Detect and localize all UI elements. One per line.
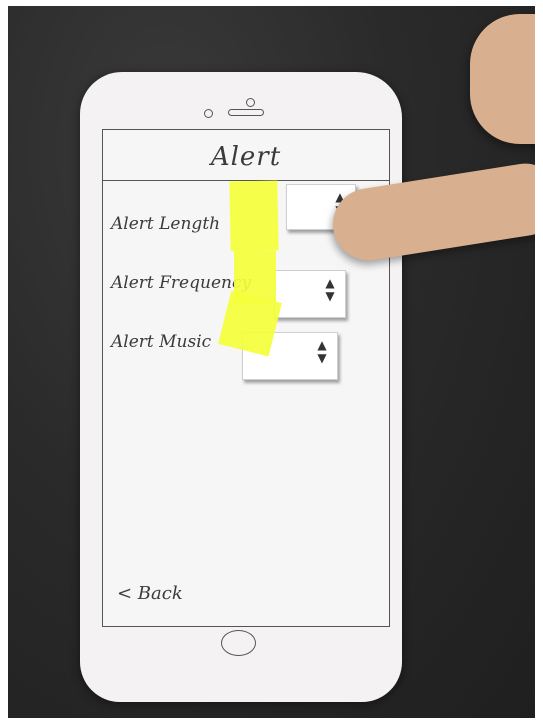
sticky-note bbox=[229, 180, 279, 252]
down-arrow-icon[interactable]: ▼ bbox=[315, 352, 329, 365]
alert-music-label: Alert Music bbox=[111, 332, 212, 352]
photo-background: Alert Alert Length Alert Frequency Alert… bbox=[8, 6, 535, 718]
alert-frequency-label: Alert Frequency bbox=[111, 273, 252, 293]
sensor-dot-icon bbox=[246, 98, 255, 107]
home-button[interactable] bbox=[221, 630, 256, 656]
speaker-icon bbox=[228, 109, 264, 116]
page-title: Alert bbox=[210, 142, 282, 172]
back-button[interactable]: < Back bbox=[117, 583, 183, 604]
stepper-arrows-icon: ▲ ▼ bbox=[315, 339, 329, 365]
down-arrow-icon[interactable]: ▼ bbox=[323, 290, 337, 303]
alert-length-label: Alert Length bbox=[111, 214, 221, 234]
front-camera-icon bbox=[204, 109, 213, 118]
alert-frequency-stepper[interactable]: ▲ ▼ bbox=[274, 270, 346, 318]
paper-phone-frame: Alert Alert Length Alert Frequency Alert… bbox=[80, 72, 402, 702]
hand bbox=[470, 14, 535, 144]
stepper-arrows-icon: ▲ ▼ bbox=[323, 277, 337, 303]
title-bar: Alert bbox=[103, 130, 389, 181]
